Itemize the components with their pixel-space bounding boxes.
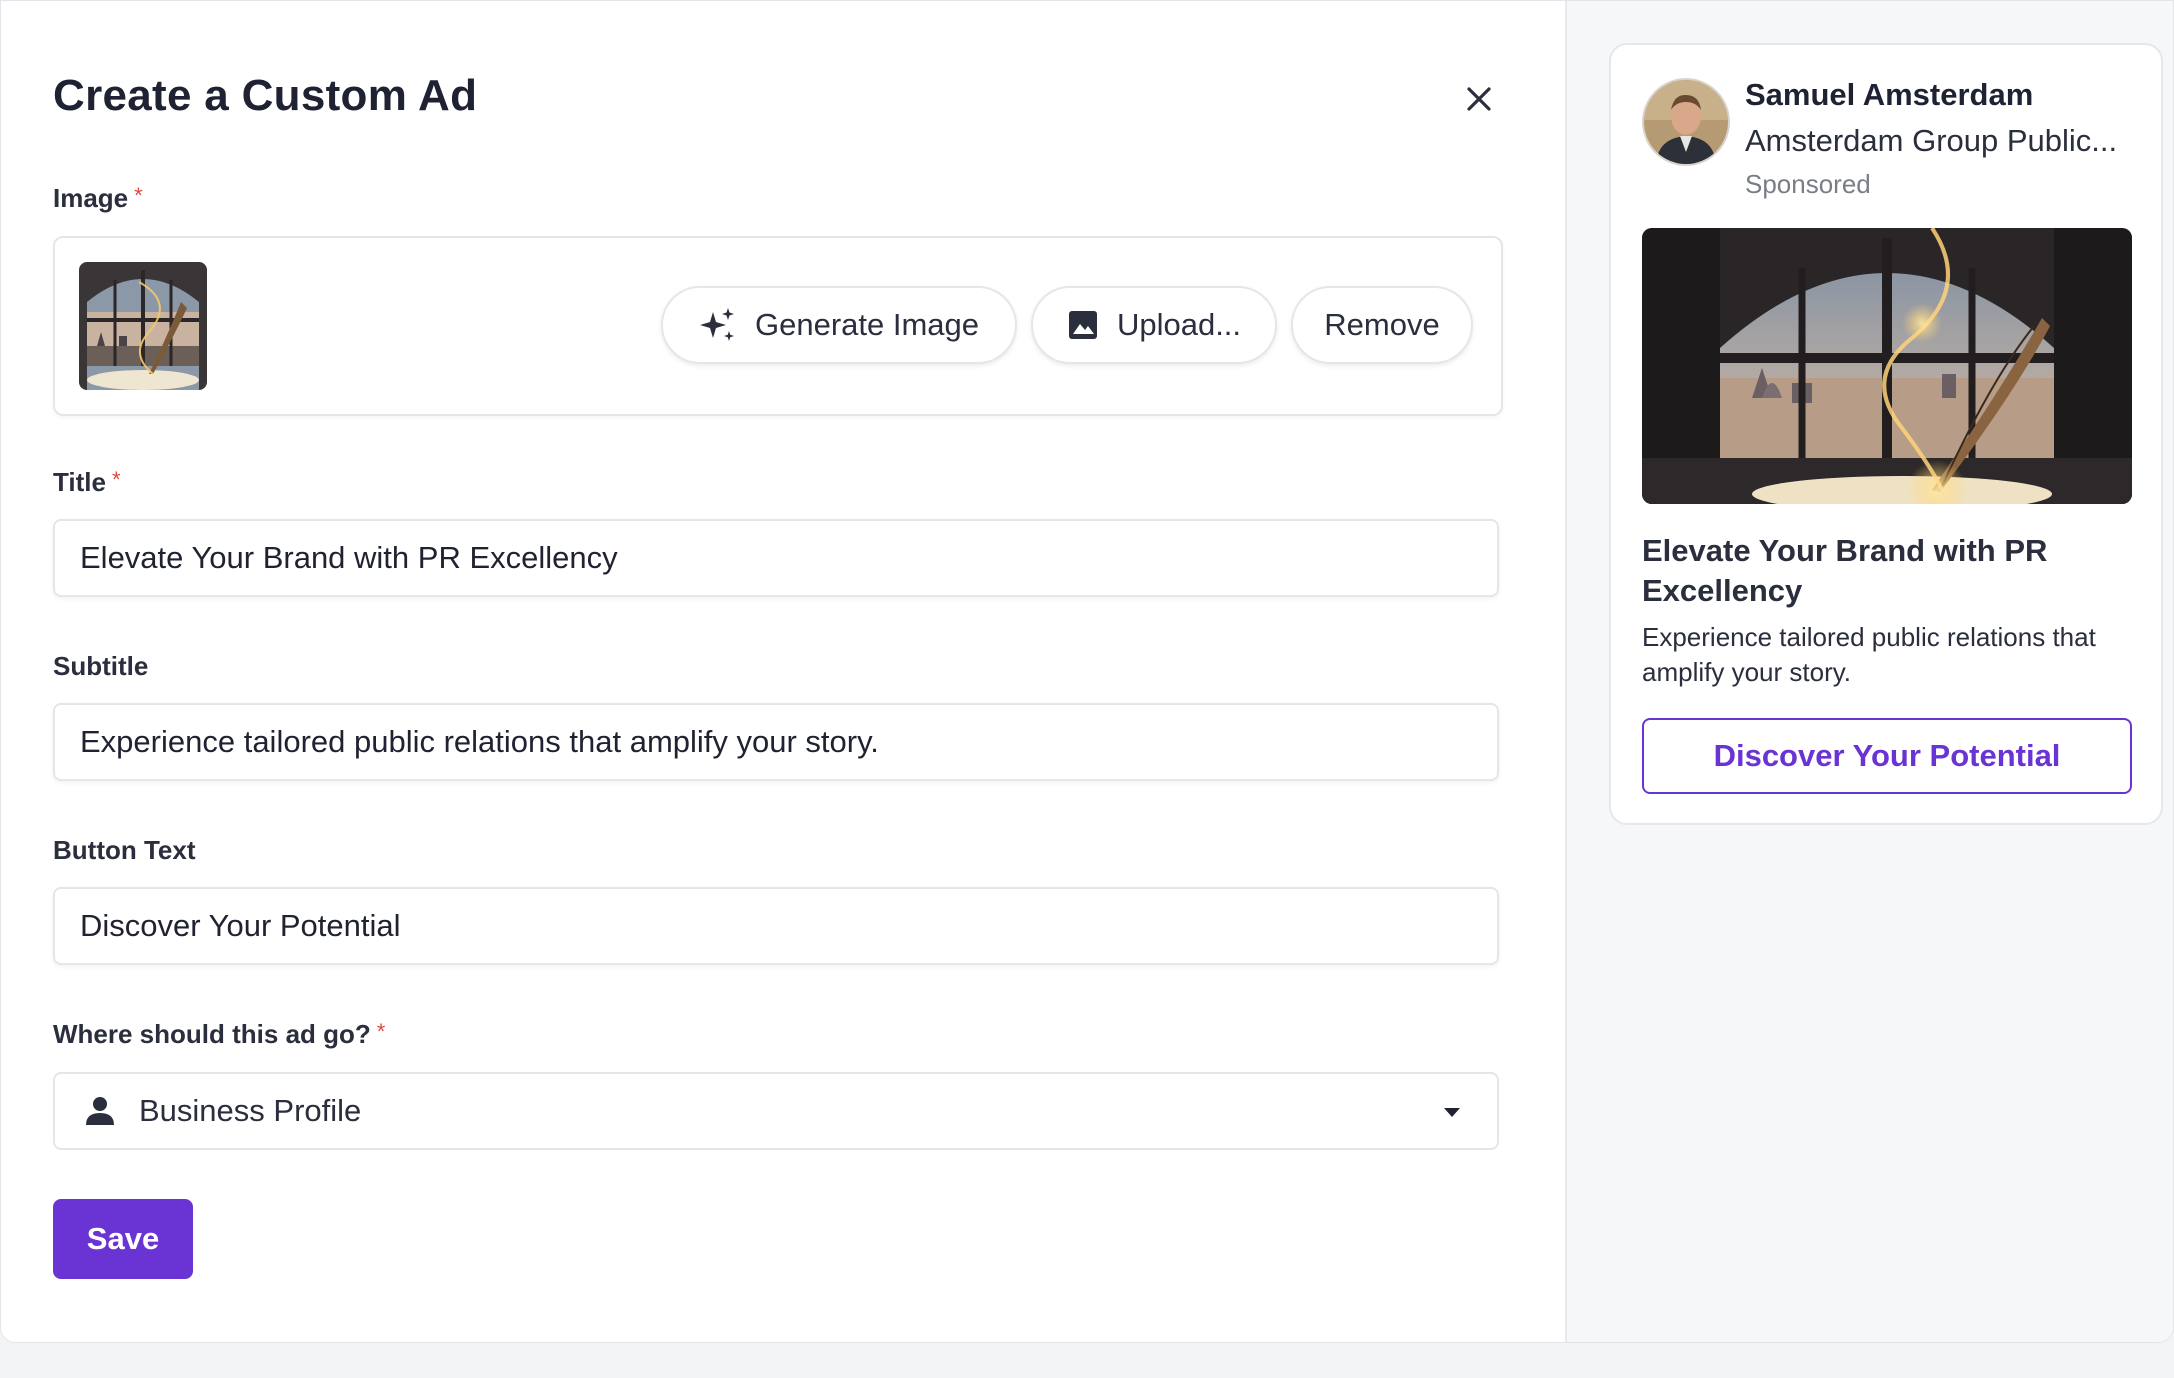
caret-down-icon xyxy=(1444,1108,1460,1117)
subtitle-input[interactable]: Experience tailored public relations tha… xyxy=(53,703,1499,781)
destination-label-text: Where should this ad go? xyxy=(53,1019,371,1049)
button-text-input[interactable]: Discover Your Potential xyxy=(53,887,1499,965)
button-text-label: Button Text xyxy=(53,835,196,865)
title-label-text: Title xyxy=(53,467,106,497)
modal-title: Create a Custom Ad xyxy=(53,71,478,120)
upload-image-label: Upload... xyxy=(1116,307,1242,342)
title-input-value: Elevate Your Brand with PR Excellency xyxy=(80,540,618,575)
sponsored-label: Sponsored xyxy=(1745,169,1871,199)
save-button[interactable]: Save xyxy=(53,1199,193,1279)
close-icon[interactable] xyxy=(1459,79,1499,119)
subtitle-input-value: Experience tailored public relations tha… xyxy=(80,724,879,759)
ad-preview-pane: Samuel Amsterdam Amsterdam Group Public.… xyxy=(1565,1,2173,1342)
required-mark: * xyxy=(376,1019,386,1044)
ad-title: Elevate Your Brand with PR Excellency xyxy=(1642,533,2048,608)
image-field: Generate Image Upload... Remove xyxy=(53,236,1503,416)
destination-selected-value: Business Profile xyxy=(139,1093,362,1128)
title-input[interactable]: Elevate Your Brand with PR Excellency xyxy=(53,519,1499,597)
generate-image-button[interactable]: Generate Image xyxy=(661,286,1017,364)
ad-subtitle: Experience tailored public relations tha… xyxy=(1642,622,2096,687)
person-icon xyxy=(86,1097,114,1125)
remove-image-button[interactable]: Remove xyxy=(1291,286,1473,364)
ad-form-pane: Create a Custom Ad Image * Generate Imag… xyxy=(1,1,1565,1342)
required-mark: * xyxy=(134,183,143,208)
image-thumbnail xyxy=(79,262,207,390)
ad-image xyxy=(1642,228,2132,504)
button-text-input-value: Discover Your Potential xyxy=(80,908,401,943)
ad-cta-button[interactable]: Discover Your Potential xyxy=(1642,718,2132,794)
create-ad-modal: Create a Custom Ad Image * Generate Imag… xyxy=(0,0,2174,1343)
upload-image-button[interactable]: Upload... xyxy=(1031,286,1277,364)
image-label: Image * xyxy=(53,183,143,214)
advertiser-organization: Amsterdam Group Public... xyxy=(1745,123,2118,158)
required-mark: * xyxy=(111,467,121,492)
image-icon xyxy=(1068,311,1097,339)
title-label: Title * xyxy=(53,467,121,498)
destination-select[interactable]: Business Profile xyxy=(53,1072,1499,1150)
destination-label: Where should this ad go? * xyxy=(53,1019,385,1050)
ad-preview-card: Samuel Amsterdam Amsterdam Group Public.… xyxy=(1609,43,2163,825)
generate-image-label: Generate Image xyxy=(754,307,980,342)
advertiser-name: Samuel Amsterdam xyxy=(1745,77,2034,112)
remove-image-label: Remove xyxy=(1324,307,1440,342)
image-label-text: Image xyxy=(53,183,129,213)
avatar xyxy=(1642,78,1730,166)
sparkle-icon xyxy=(699,308,734,341)
subtitle-label: Subtitle xyxy=(53,651,149,681)
